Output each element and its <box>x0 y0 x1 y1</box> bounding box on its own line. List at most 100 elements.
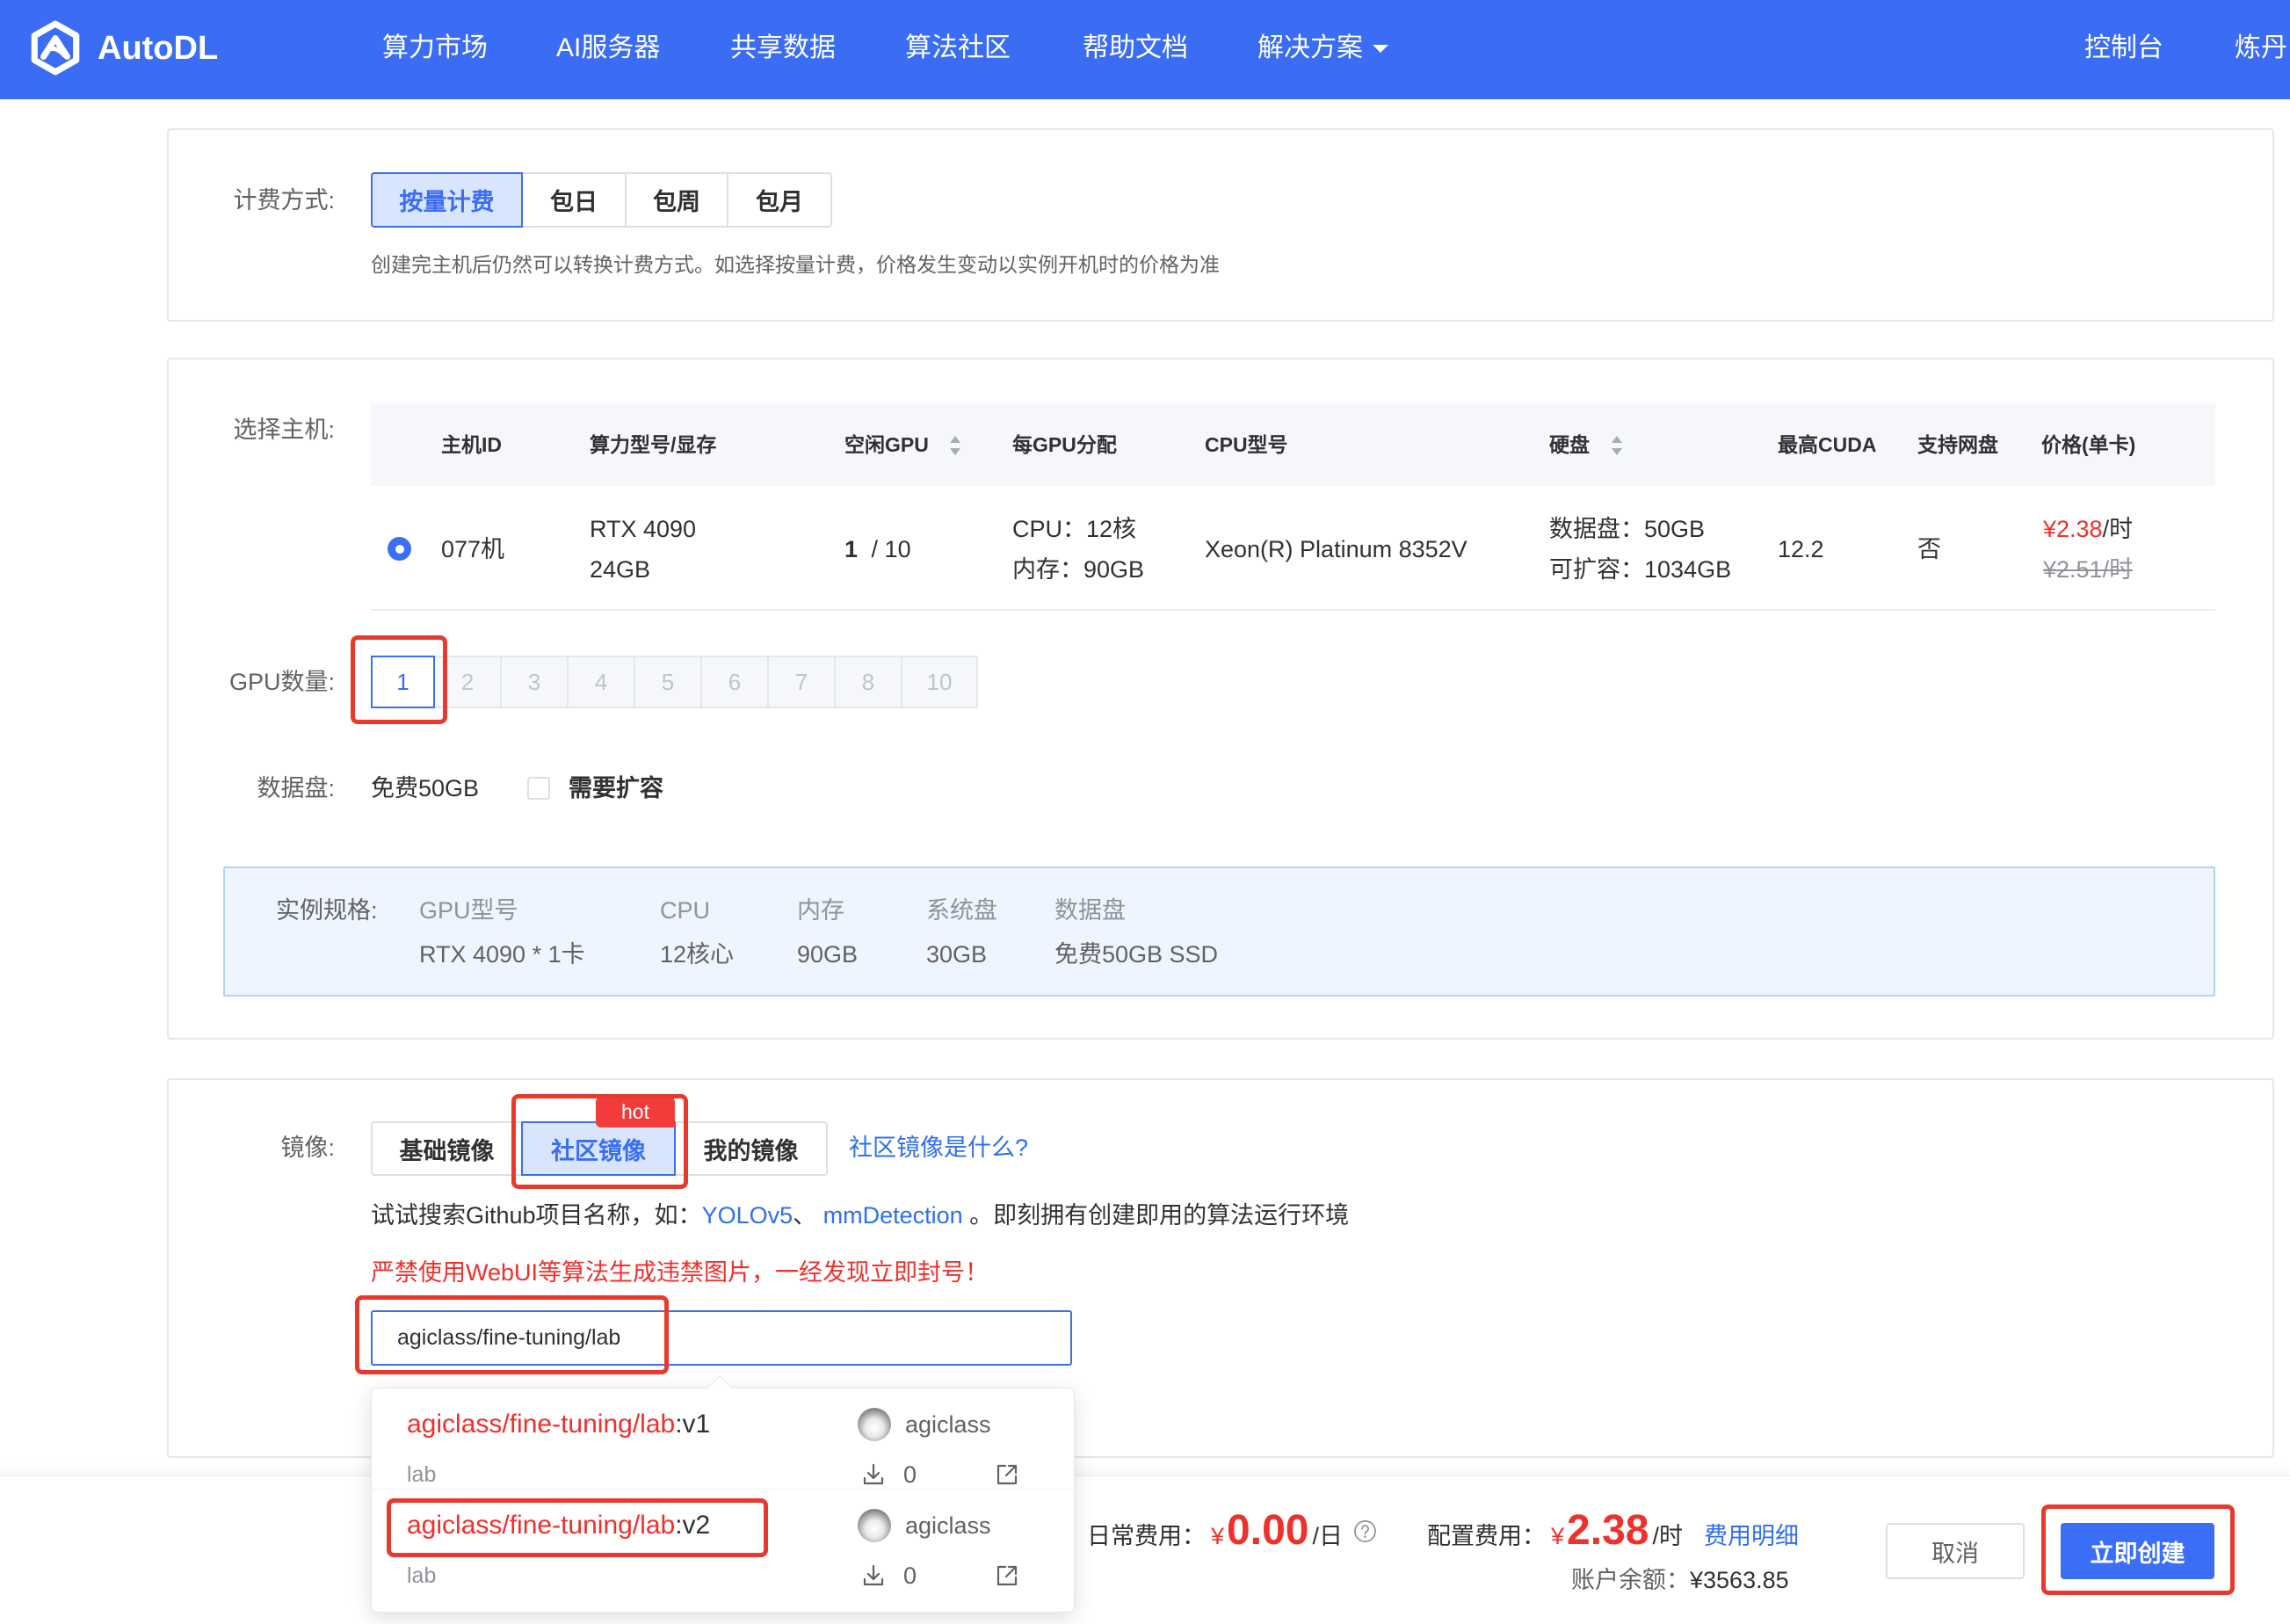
spec-key-gpu: GPU型号 <box>419 897 518 924</box>
spec-value-data-disk: 免费50GB SSD <box>1054 941 1219 968</box>
gpu-count-3[interactable]: 3 <box>500 656 569 708</box>
sort-icon[interactable] <box>948 434 962 457</box>
external-link-icon[interactable] <box>995 1462 1019 1487</box>
daily-fee-currency: ¥ <box>1211 1523 1225 1549</box>
image-result-downloads: 0 <box>903 1562 917 1589</box>
help-circle-icon[interactable] <box>1353 1519 1377 1543</box>
billing-option-pay-as-you-go[interactable]: 按量计费 <box>371 172 523 228</box>
tab-base-image[interactable]: 基础镜像 <box>371 1121 523 1176</box>
daily-fee-value: 0.00 <box>1227 1507 1309 1554</box>
yolov5-link[interactable]: YOLOv5 <box>702 1202 794 1229</box>
gpu-count-5[interactable]: 5 <box>634 656 702 708</box>
create-now-button[interactable]: 立即创建 <box>2061 1523 2214 1579</box>
logo-text[interactable]: AutoDL <box>98 29 218 68</box>
image-result-tag: :v2 <box>675 1511 711 1540</box>
daily-fee: 日常费用： ¥ 0.00 /日 <box>1087 1504 1377 1557</box>
what-is-community-image-link[interactable]: 社区镜像是什么? <box>849 1130 1028 1165</box>
daily-fee-label: 日常费用： <box>1087 1523 1206 1549</box>
image-search-input[interactable] <box>371 1310 1072 1366</box>
allocation-cell: CPU：12核 内存：90GB <box>1012 509 1144 590</box>
column-per-gpu-allocation: 每GPU分配 <box>1012 433 1117 456</box>
table-row[interactable]: 077机 RTX 4090 24GB 1 / 10 CPU：12核 内存：90G… <box>371 486 2215 611</box>
image-label: 镜像: <box>280 1135 335 1161</box>
billing-option-monthly[interactable]: 包月 <box>727 172 832 228</box>
gpu-count-6[interactable]: 6 <box>700 656 769 708</box>
list-item[interactable]: agiclass/fine-tuning/lab:v1 agiclass lab… <box>372 1388 1074 1489</box>
download-icon <box>863 1564 884 1586</box>
image-search-dropdown: agiclass/fine-tuning/lab:v1 agiclass lab… <box>371 1388 1075 1613</box>
data-disk-size: 数据盘：50GB <box>1549 516 1706 542</box>
spec-key-cpu: CPU <box>660 897 711 924</box>
autodl-logo-icon[interactable] <box>26 19 84 77</box>
config-fee-unit: /时 <box>1652 1523 1683 1549</box>
sort-icon[interactable] <box>1610 434 1624 457</box>
instance-spec-box: 实例规格: GPU型号 RTX 4090 * 1卡 CPU 12核心 内存 90… <box>223 866 2215 997</box>
column-net-disk: 支持网盘 <box>1917 433 1998 456</box>
spec-key-memory: 内存 <box>797 897 844 924</box>
list-item[interactable]: agiclass/fine-tuning/lab:v2 agiclass lab… <box>372 1489 1074 1589</box>
billing-option-weekly[interactable]: 包周 <box>625 172 728 228</box>
nav-user-menu[interactable]: 炼丹 <box>2235 31 2290 66</box>
fee-detail-link[interactable]: 费用明细 <box>1704 1517 1799 1551</box>
free-gpu-cell: 1 / 10 <box>844 529 911 569</box>
gpu-count-4[interactable]: 4 <box>567 656 635 708</box>
tab-my-image[interactable]: 我的镜像 <box>674 1121 828 1176</box>
daily-fee-unit: /日 <box>1312 1523 1343 1549</box>
memory-allocation: 内存：90GB <box>1012 556 1145 583</box>
external-link-icon[interactable] <box>995 1563 1019 1588</box>
price-cell: ¥2.38/时 ¥2.51/时 <box>2043 509 2133 590</box>
image-result-author: agiclass <box>905 1512 991 1539</box>
column-max-cuda: 最高CUDA <box>1778 433 1877 456</box>
data-disk-label: 数据盘: <box>257 775 335 801</box>
image-result-description: lab <box>407 1462 437 1487</box>
expand-disk-label[interactable]: 需要扩容 <box>569 771 663 806</box>
gpu-count-1[interactable]: 1 <box>371 656 435 708</box>
download-icon <box>863 1463 884 1485</box>
balance-label: 账户余额： <box>1571 1567 1690 1593</box>
column-free-gpu[interactable]: 空闲GPU <box>844 429 929 460</box>
mmdetection-link[interactable]: mmDetection <box>823 1202 963 1229</box>
gpu-count-10[interactable]: 10 <box>901 656 978 708</box>
nav-help-docs[interactable]: 帮助文档 <box>1083 31 1188 66</box>
column-gpu-model: 算力型号/显存 <box>590 433 717 456</box>
nav-compute-market[interactable]: 算力市场 <box>382 31 488 66</box>
tip-suffix: 。即刻拥有创建即用的算法运行环境 <box>962 1202 1350 1229</box>
column-price: 价格(单卡) <box>2041 433 2136 456</box>
spec-value-gpu: RTX 4090 * 1卡 <box>419 941 585 968</box>
host-id[interactable]: 077机 <box>441 529 504 569</box>
cpu-allocation: CPU：12核 <box>1012 516 1137 542</box>
spec-label: 实例规格: <box>276 897 378 924</box>
nav-solutions[interactable]: 解决方案 <box>1257 31 1363 66</box>
nav-ai-server[interactable]: AI服务器 <box>556 31 660 66</box>
gpu-model: RTX 4090 <box>590 516 697 542</box>
nav-algorithm-community[interactable]: 算法社区 <box>905 31 1011 66</box>
host-table-header: 主机ID 算力型号/显存 空闲GPU 每GPU分配 CPU型号 硬盘 最高CUD… <box>371 403 2215 486</box>
image-result-name: agiclass/fine-tuning/lab:v1 <box>407 1405 710 1444</box>
spec-value-cpu: 12核心 <box>660 941 735 968</box>
image-result-name: agiclass/fine-tuning/lab:v2 <box>407 1506 710 1545</box>
cpu-model: Xeon(R) Platinum 8352V <box>1205 536 1467 562</box>
column-disk[interactable]: 硬盘 <box>1549 429 1590 460</box>
gpu-count-8[interactable]: 8 <box>834 656 902 708</box>
avatar <box>858 1509 891 1542</box>
billing-label: 计费方式: <box>233 187 335 214</box>
billing-option-daily[interactable]: 包日 <box>521 172 627 228</box>
nav-console[interactable]: 控制台 <box>2084 31 2163 66</box>
tab-community-image[interactable]: 社区镜像 <box>521 1121 676 1176</box>
gpu-count-7[interactable]: 7 <box>767 656 836 708</box>
total-gpu-count: / 10 <box>871 536 911 562</box>
config-fee: 配置费用： ¥ 2.38 /时 费用明细 <box>1427 1504 1799 1557</box>
host-radio[interactable] <box>388 537 411 561</box>
image-result-match: agiclass/fine-tuning/lab <box>407 1410 676 1439</box>
image-result-description: lab <box>407 1563 437 1588</box>
disk-cell: 数据盘：50GB 可扩容：1034GB <box>1549 509 1731 590</box>
net-disk-support: 否 <box>1917 536 1941 562</box>
image-search-tip: 试试搜索Github项目名称，如：YOLOv5、 mmDetection 。即刻… <box>371 1198 1349 1233</box>
nav-shared-data[interactable]: 共享数据 <box>730 31 836 66</box>
host-label: 选择主机: <box>233 417 335 443</box>
expand-disk-checkbox[interactable] <box>527 777 550 800</box>
spec-key-data-disk: 数据盘 <box>1054 897 1126 924</box>
gpu-count-2[interactable]: 2 <box>433 656 502 708</box>
cancel-button[interactable]: 取消 <box>1886 1523 2025 1579</box>
chevron-down-icon[interactable] <box>1373 45 1388 53</box>
